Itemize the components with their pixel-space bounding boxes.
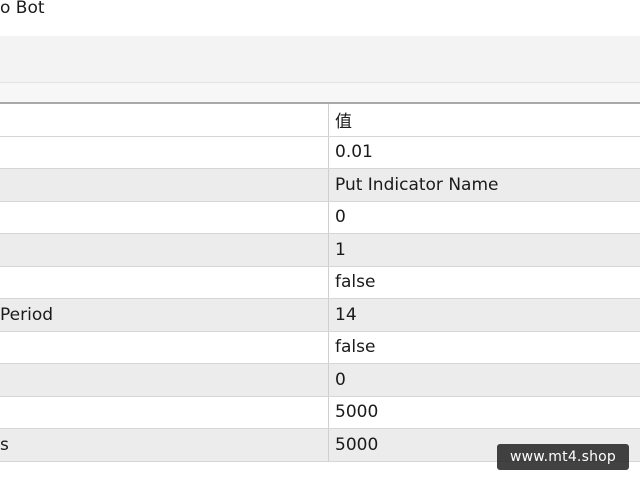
column-divider [328,169,329,201]
table-row[interactable]: false [0,266,640,299]
column-divider [328,136,329,168]
parameter-name [0,202,328,234]
table-row[interactable]: false [0,331,640,364]
title-bar: o Bot [0,0,640,36]
table-row[interactable]: Put Indicator Name [0,169,640,202]
parameter-name [0,364,328,396]
toolbar-area [0,36,640,82]
column-divider [328,234,329,266]
table-row[interactable]: 1 [0,234,640,267]
parameter-value[interactable]: 0 [335,202,635,234]
parameter-name [0,234,328,266]
column-divider [328,331,329,363]
parameter-value[interactable]: Put Indicator Name [335,169,635,201]
parameter-value[interactable]: 0.01 [335,137,635,169]
parameter-value[interactable]: false [335,332,635,364]
parameter-name [0,332,328,364]
column-divider [328,299,329,331]
parameter-value[interactable]: 0 [335,364,635,396]
parameter-name: s [0,434,9,455]
table-row[interactable]: 0.01 [0,136,640,169]
column-header-name[interactable] [0,104,328,136]
parameter-value[interactable]: 14 [335,299,635,331]
table-row[interactable]: 5000 [0,396,640,429]
window-title: o Bot [0,0,45,18]
column-divider [328,364,329,396]
column-divider[interactable] [328,104,329,136]
table-row[interactable]: 0 [0,201,640,234]
column-divider [328,429,329,461]
column-divider [328,266,329,298]
parameter-name: Period [0,304,54,325]
parameters-table: 值 0.01 Put Indicator Name 0 1 false Peri… [0,104,640,462]
parameter-value[interactable]: 5000 [335,397,635,429]
column-header-value[interactable]: 值 [335,104,635,136]
table-row[interactable]: 0 [0,364,640,397]
divider-band [0,82,640,103]
parameters-window: o Bot 值 0.01 Put Indicator Name 0 1 fals… [0,0,640,480]
column-divider [328,201,329,233]
parameter-name [0,397,328,429]
table-header-row: 值 [0,104,640,137]
parameter-name [0,169,328,201]
parameter-name [0,267,328,299]
parameter-value[interactable]: false [335,267,635,299]
parameter-name [0,137,328,169]
column-divider [328,396,329,428]
watermark: www.mt4.shop [497,444,629,470]
table-row[interactable]: Period 14 [0,299,640,332]
parameter-value[interactable]: 1 [335,234,635,266]
